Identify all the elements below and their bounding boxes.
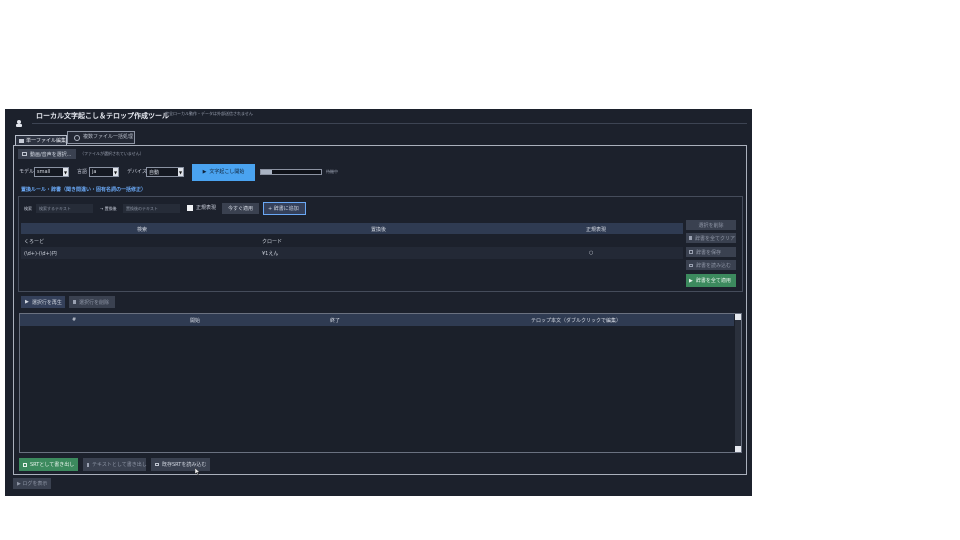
app-subtitle: 完全ローカル動作・データは外部送信されません — [165, 111, 253, 116]
dictionary-table-header: 検索 置換後 正規表現 — [21, 223, 683, 234]
folder-open-icon — [155, 463, 159, 466]
add-to-dictionary-button[interactable]: + 辞書に追加 — [263, 202, 306, 215]
scroll-down-icon[interactable] — [735, 446, 741, 452]
load-srt-button[interactable]: 既存SRTを読み込む — [151, 458, 210, 471]
column-header-replace: 置換後 — [371, 227, 387, 233]
replace-input[interactable]: 置換後のテキスト — [123, 204, 180, 213]
delete-selected-rule-label: 選択を削除 — [698, 222, 724, 229]
segments-scrollbar[interactable] — [735, 314, 741, 452]
apply-dictionary-label: 辞書を全て適用 — [695, 278, 731, 284]
select-file-label: 動画/音声を選択... — [30, 151, 72, 158]
save-icon — [23, 462, 27, 467]
row-search: (\d+)-(\d+)円 — [24, 251, 57, 257]
gear-icon — [74, 134, 80, 141]
apply-dictionary-button[interactable]: ▶ 辞書を全て適用 — [686, 274, 736, 287]
export-srt-button[interactable]: SRTとして書き出し — [19, 458, 78, 471]
add-to-dictionary-label: + 辞書に追加 — [268, 206, 299, 212]
export-srt-label: SRTとして書き出し — [30, 462, 75, 468]
progress-fill — [261, 170, 272, 174]
replace-label: → 置換後 — [100, 206, 117, 211]
model-label: モデル — [19, 169, 35, 175]
load-dictionary-button[interactable]: 辞書を読み込む — [686, 260, 736, 270]
regex-checkbox[interactable] — [187, 205, 193, 211]
model-select[interactable]: small ▼ — [34, 167, 69, 177]
delete-selected-button[interactable]: 選択行を削除 — [69, 296, 115, 308]
tab-batch-label: 複数ファイル一括処理 — [83, 134, 134, 140]
app-title: ローカル文字起こし＆テロップ作成ツール — [36, 112, 169, 120]
search-placeholder: 検索するテキスト — [39, 205, 71, 211]
column-header-search: 検索 — [137, 227, 148, 233]
show-log-label: ▶ ログを表示 — [17, 481, 48, 487]
app-window: ローカル文字起こし＆テロップ作成ツール 完全ローカル動作・データは外部送信されま… — [5, 109, 752, 496]
folder-icon — [22, 152, 27, 156]
play-icon: ▶ — [689, 277, 693, 284]
load-dictionary-label: 辞書を読み込む — [696, 262, 732, 269]
dictionary-section-title: 置換ルール・辞書（聞き間違い・固有名詞の一括修正） — [21, 187, 147, 193]
clear-dictionary-button[interactable]: 辞書を全てクリア — [686, 233, 736, 243]
search-label: 検索 — [24, 206, 32, 211]
play-icon: ▶ — [202, 169, 207, 175]
row-replace: クロード — [262, 239, 283, 245]
device-select[interactable]: 自動 ▼ — [146, 167, 184, 177]
select-file-button[interactable]: 動画/音声を選択... — [18, 149, 76, 159]
column-header-end: 終了 — [330, 318, 341, 324]
folder-icon — [19, 139, 24, 143]
search-input[interactable]: 検索するテキスト — [36, 204, 93, 213]
show-log-button[interactable]: ▶ ログを表示 — [13, 478, 51, 489]
play-selected-button[interactable]: ▶ 選択行を再生 — [21, 296, 65, 308]
regex-label: 正規表現 — [196, 205, 217, 211]
file-status: （ファイルが選択されていません） — [80, 151, 144, 156]
play-selected-label: 選択行を再生 — [31, 299, 62, 306]
trash-icon — [73, 300, 76, 304]
column-header-regex: 正規表現 — [586, 227, 607, 233]
chevron-down-icon: ▼ — [178, 168, 183, 176]
save-icon — [689, 250, 693, 254]
apply-now-label: 今すぐ適用 — [228, 206, 254, 212]
app-logo-icon — [16, 112, 22, 127]
export-text-label: テキストとして書き出し — [92, 462, 147, 468]
chevron-down-icon: ▼ — [63, 168, 68, 176]
mouse-cursor-icon — [194, 460, 201, 479]
progress-status: 待機中 — [326, 169, 338, 174]
clear-dictionary-label: 辞書を全てクリア — [695, 235, 736, 242]
row-replace: ¥1えん — [262, 251, 279, 257]
column-header-text: テロップ本文（ダブルクリックで編集） — [531, 318, 622, 324]
row-search: くろーど — [24, 239, 45, 245]
segments-table-header: # 開始 終了 テロップ本文（ダブルクリックで編集） — [20, 314, 734, 326]
row-regex: ○ — [589, 250, 594, 256]
model-value: small — [37, 169, 51, 175]
start-transcription-button[interactable]: ▶ 文字起こし開始 — [192, 164, 255, 181]
dictionary-table-row[interactable]: (\d+)-(\d+)円 ¥1えん ○ — [21, 247, 683, 259]
dictionary-table-row[interactable]: くろーど クロード — [21, 235, 683, 246]
save-dictionary-button[interactable]: 辞書を保存 — [686, 247, 736, 257]
column-header-index: # — [72, 317, 77, 323]
tab-single-file-label: 単一ファイル編集 — [25, 137, 66, 144]
delete-selected-label: 選択行を削除 — [79, 299, 110, 306]
start-transcription-label: 文字起こし開始 — [209, 169, 245, 175]
play-icon: ▶ — [25, 299, 29, 305]
device-value: 自動 — [149, 169, 160, 176]
document-icon — [87, 462, 89, 467]
column-header-start: 開始 — [190, 318, 201, 324]
progress-bar — [260, 169, 322, 175]
language-value: ja — [92, 169, 97, 175]
delete-selected-rule-button[interactable]: 選択を削除 — [686, 220, 736, 230]
apply-now-button[interactable]: 今すぐ適用 — [222, 203, 259, 214]
device-label: デバイス — [127, 169, 147, 175]
save-dictionary-label: 辞書を保存 — [696, 249, 722, 256]
chevron-down-icon: ▼ — [113, 168, 118, 176]
scroll-up-icon[interactable] — [735, 314, 741, 320]
export-text-button[interactable]: テキストとして書き出し — [83, 458, 147, 471]
trash-icon — [689, 236, 692, 240]
title-divider — [32, 123, 747, 124]
replace-placeholder: 置換後のテキスト — [126, 205, 158, 211]
segments-table — [19, 313, 742, 453]
folder-open-icon — [689, 263, 693, 267]
language-select[interactable]: ja ▼ — [89, 167, 119, 177]
tab-batch[interactable]: 複数ファイル一括処理 — [67, 131, 135, 144]
language-label: 言語 — [77, 169, 88, 175]
